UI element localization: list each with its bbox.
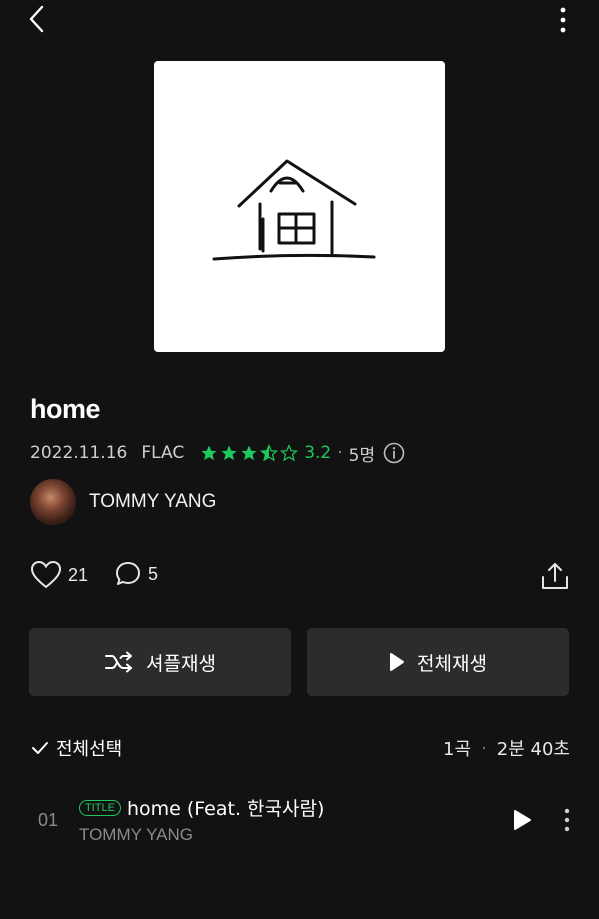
track-play-button[interactable] [510,808,534,832]
release-date: 2022.11.16 [30,443,128,463]
artist-link[interactable]: TOMMY YANG [30,478,216,526]
share-icon [542,563,568,589]
more-vertical-icon [564,808,570,832]
title-track-badge: TITLE [79,799,121,816]
check-icon [32,742,48,754]
more-options-button[interactable] [553,4,573,36]
summary-separator: · [481,737,487,759]
track-title-row: TITLE home (Feat. 한국사람) [79,794,324,821]
rating-separator: · [337,443,343,463]
shuffle-play-button[interactable]: 셔플재생 [29,628,291,696]
back-button[interactable] [22,4,52,34]
rating-count: 5명 [348,445,376,466]
rating-stars[interactable]: 3.2 [200,443,331,463]
house-drawing-image [212,159,376,261]
play-icon [390,653,405,671]
top-bar [0,0,599,40]
like-count: 21 [68,564,89,585]
play-icon [514,810,531,830]
heart-icon [30,560,62,589]
album-meta: 2022.11.16 FLAC 3.2 · 5명 [30,440,405,466]
comment-icon [116,562,140,585]
play-all-button[interactable]: 전체재생 [307,628,569,696]
rating-value: 3.2 [304,443,332,463]
social-actions: 21 5 [30,560,570,594]
share-button[interactable] [540,560,570,592]
shuffle-icon [105,651,133,673]
album-cover [154,61,445,352]
artist-avatar [30,479,76,525]
total-duration: 2분 40초 [496,739,570,760]
star-empty-icon [280,444,299,462]
track-number: 01 [38,810,59,830]
star-icon [241,445,257,461]
shuffle-play-label: 셔플재생 [146,652,216,675]
star-half-icon [260,444,279,462]
track-row[interactable]: 01 TITLE home (Feat. 한국사람) TOMMY YANG [0,790,599,850]
back-arrow-icon [29,5,44,33]
play-all-label: 전체재생 [417,652,487,675]
list-header: 전체선택 1곡 · 2분 40초 [30,735,570,761]
select-all-label: 전체선택 [56,739,123,760]
track-more-button[interactable] [558,806,576,834]
star-icon [221,445,237,461]
star-icon [201,445,217,461]
track-artist: TOMMY YANG [79,825,193,844]
comment-count: 5 [148,563,159,584]
song-count: 1곡 [443,739,472,760]
more-vertical-icon [560,7,566,33]
album-title: home [30,394,101,424]
select-all-button[interactable]: 전체선택 [30,735,122,761]
track-title: home (Feat. 한국사람) [126,798,325,820]
comment-button[interactable]: 5 [114,560,158,588]
album-detail-screen: home 2022.11.16 FLAC 3.2 · 5명 TOMMY YANG [0,0,599,919]
track-summary: 1곡 · 2분 40초 [443,735,570,761]
like-button[interactable]: 21 [30,560,88,590]
audio-format: FLAC [141,443,185,463]
info-icon[interactable] [383,442,405,464]
artist-name: TOMMY YANG [89,491,217,512]
